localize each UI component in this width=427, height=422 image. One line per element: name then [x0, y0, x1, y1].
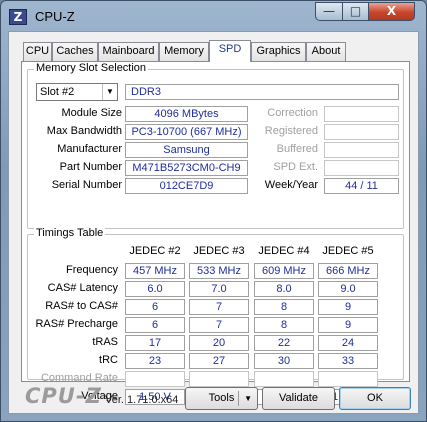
version-text: Ver. 1.71.0.x64: [105, 394, 179, 406]
timings-cell: 8.0: [254, 281, 314, 297]
timings-row-label: tRAS: [92, 336, 118, 348]
spd-ext-value: [324, 160, 399, 176]
max-bandwidth-value: PC3-10700 (667 MHz): [125, 124, 248, 140]
timings-cell: [125, 371, 185, 387]
timings-cell: 7.0: [189, 281, 249, 297]
tools-button[interactable]: Tools ▼: [185, 387, 258, 410]
timings-cell: 7: [189, 317, 249, 333]
registered-label: Registered: [264, 125, 318, 137]
timings-cell: 533 MHz: [189, 263, 249, 279]
memory-slot-group: Memory Slot Selection Slot #2 ▼ DDR3 Mod…: [27, 62, 404, 229]
timings-cell: 8: [254, 317, 314, 333]
client-area: CPU Caches Mainboard Memory SPD Graphics…: [8, 31, 419, 414]
memory-type-field: DDR3: [125, 84, 399, 100]
timings-row-label: RAS# Precharge: [35, 318, 118, 330]
chevron-down-icon[interactable]: ▼: [244, 388, 252, 409]
buffered-label: Buffered: [276, 143, 318, 155]
correction-label: Correction: [267, 107, 318, 119]
serial-number-value: 012CE7D9: [125, 178, 248, 194]
timings-cell: 17: [125, 335, 185, 351]
ok-button[interactable]: OK: [339, 387, 411, 410]
timings-cell: 457 MHz: [125, 263, 185, 279]
title-bar: Z CPU-Z — □ X: [1, 1, 426, 31]
window-title: CPU-Z: [35, 9, 75, 24]
slot-select-value: Slot #2: [40, 86, 75, 98]
tab-about[interactable]: About: [306, 42, 346, 61]
max-bandwidth-label: Max Bandwidth: [46, 125, 122, 137]
cpuz-app-icon: Z: [9, 9, 27, 25]
tab-mainboard[interactable]: Mainboard: [98, 42, 159, 61]
timings-cell: [189, 371, 249, 387]
timings-row-label: tRC: [99, 354, 118, 366]
module-size-value: 4096 MBytes: [125, 106, 248, 122]
timings-cell: 9.0: [318, 281, 378, 297]
tab-caches[interactable]: Caches: [52, 42, 98, 61]
minimize-button[interactable]: —: [315, 2, 343, 21]
timings-cell: 6: [125, 317, 185, 333]
timings-cell: 24: [318, 335, 378, 351]
timings-cell: 22: [254, 335, 314, 351]
part-number-value: M471B5273CM0-CH9: [125, 160, 248, 176]
manufacturer-label: Manufacturer: [57, 143, 122, 155]
timings-column-header: JEDEC #3: [193, 245, 245, 257]
tab-graphics[interactable]: Graphics: [251, 42, 306, 61]
timings-cell: 609 MHz: [254, 263, 314, 279]
timings-group-title: Timings Table: [34, 227, 106, 239]
spd-tab-panel: Memory Slot Selection Slot #2 ▼ DDR3 Mod…: [21, 61, 410, 405]
week-year-label: Week/Year: [264, 179, 318, 191]
serial-number-label: Serial Number: [51, 179, 122, 191]
validate-button[interactable]: Validate: [262, 387, 335, 410]
chevron-down-icon[interactable]: ▼: [102, 84, 117, 100]
week-year-value: 44 / 11: [324, 178, 399, 194]
timings-group: Timings Table JEDEC #2 JEDEC #3 JEDEC #4 JE…: [27, 227, 404, 405]
timings-column-header: JEDEC #5: [322, 245, 374, 257]
timings-cell: 9: [318, 299, 378, 315]
timings-cell: 27: [189, 353, 249, 369]
timings-cell: 33: [318, 353, 378, 369]
timings-row-label: CAS# Latency: [47, 282, 118, 294]
manufacturer-value: Samsung: [125, 142, 248, 158]
cpuz-logo: CPU-Z: [25, 384, 102, 408]
tab-cpu[interactable]: CPU: [23, 42, 52, 61]
module-size-label: Module Size: [61, 107, 122, 119]
timings-column-header: JEDEC #4: [258, 245, 310, 257]
timings-cell: 6.0: [125, 281, 185, 297]
tools-separator: [238, 391, 239, 406]
tab-spd[interactable]: SPD: [209, 40, 251, 62]
slot-select[interactable]: Slot #2 ▼: [36, 83, 118, 101]
spd-ext-label: SPD Ext.: [273, 161, 318, 173]
timings-cell: 6: [125, 299, 185, 315]
timings-row-label: Command Rate: [40, 372, 118, 384]
timings-cell: 8: [254, 299, 314, 315]
timings-column-header: JEDEC #2: [129, 245, 181, 257]
timings-cell: 23: [125, 353, 185, 369]
cpuz-window: Z CPU-Z — □ X CPU Caches Mainboard Memor…: [0, 0, 427, 422]
timings-cell: 666 MHz: [318, 263, 378, 279]
tab-memory[interactable]: Memory: [159, 42, 209, 61]
correction-value: [324, 106, 399, 122]
timings-cell: 7: [189, 299, 249, 315]
timings-row-label: Frequency: [66, 264, 118, 276]
memory-slot-group-title: Memory Slot Selection: [34, 62, 149, 74]
timings-cell: [318, 371, 378, 387]
maximize-button[interactable]: □: [342, 2, 369, 21]
part-number-label: Part Number: [59, 161, 122, 173]
buffered-value: [324, 142, 399, 158]
timings-cell: 20: [189, 335, 249, 351]
timings-cell: 9: [318, 317, 378, 333]
timings-row-label: RAS# to CAS#: [45, 300, 118, 312]
tools-button-label: Tools: [208, 392, 235, 404]
timings-cell: [254, 371, 314, 387]
registered-value: [324, 124, 399, 140]
close-button[interactable]: X: [368, 2, 415, 21]
timings-cell: 30: [254, 353, 314, 369]
